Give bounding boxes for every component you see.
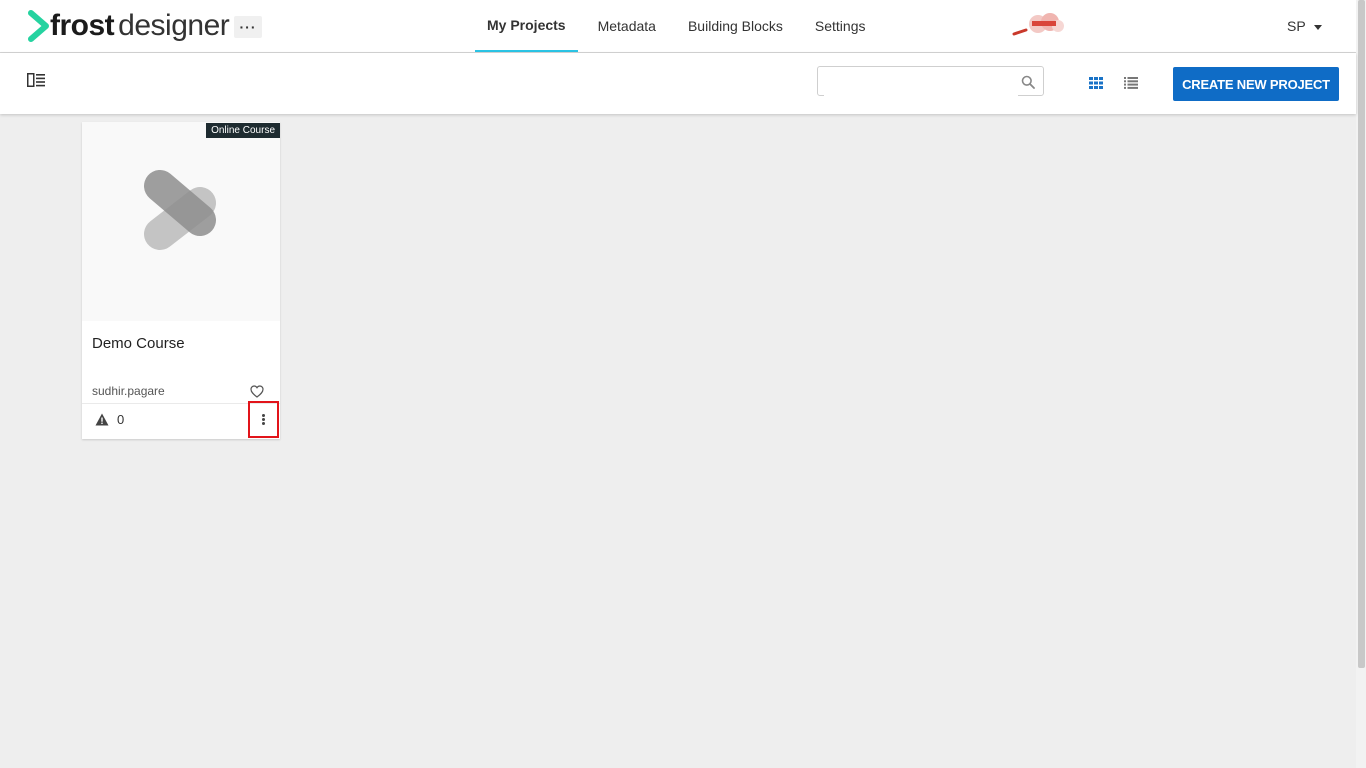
project-owner: sudhir.pagare — [92, 384, 165, 398]
scrollbar-thumb[interactable] — [1358, 0, 1365, 668]
kebab-menu-icon — [262, 414, 265, 425]
nav-settings[interactable]: Settings — [803, 0, 878, 52]
project-options-button[interactable] — [248, 401, 279, 438]
list-view-icon[interactable] — [1124, 77, 1138, 89]
panel-toggle-icon[interactable] — [27, 73, 45, 87]
create-new-project-button[interactable]: CREATE NEW PROJECT — [1173, 67, 1339, 101]
project-placeholder-chevron-icon — [144, 170, 216, 250]
warning-count: 0 — [117, 412, 125, 427]
project-card[interactable]: Online Course Demo Course sudhir.pagare … — [82, 122, 280, 439]
search-input[interactable] — [824, 68, 1018, 96]
logo-text-bold: frost — [50, 9, 115, 42]
partner-logo-icon — [1012, 13, 1064, 36]
logo-chevron-icon — [28, 10, 49, 42]
search-icon[interactable] — [1021, 75, 1035, 89]
project-title[interactable]: Demo Course — [92, 335, 185, 352]
more-options-button[interactable]: ··· — [234, 16, 262, 38]
nav-metadata[interactable]: Metadata — [586, 0, 668, 52]
nav-my-projects[interactable]: My Projects — [475, 0, 578, 52]
nav-building-blocks[interactable]: Building Blocks — [676, 0, 795, 52]
project-type-badge: Online Course — [206, 123, 280, 138]
projects-toolbar: CREATE NEW PROJECT — [0, 53, 1356, 114]
grid-view-icon[interactable] — [1089, 77, 1103, 89]
user-menu[interactable]: SP — [1287, 18, 1322, 34]
warning-icon — [95, 413, 109, 426]
main-nav: My Projects Metadata Building Blocks Set… — [475, 0, 878, 52]
user-initials: SP — [1287, 18, 1306, 34]
top-navigation-bar: frost designer ··· My Projects Metadata … — [0, 0, 1356, 53]
heart-icon[interactable] — [250, 385, 264, 398]
frost-designer-logo[interactable]: frost designer — [28, 8, 230, 44]
logo-text-light: designer — [118, 9, 230, 42]
project-thumbnail[interactable] — [82, 122, 280, 321]
search-field[interactable] — [817, 66, 1044, 96]
caret-down-icon — [1313, 24, 1322, 30]
